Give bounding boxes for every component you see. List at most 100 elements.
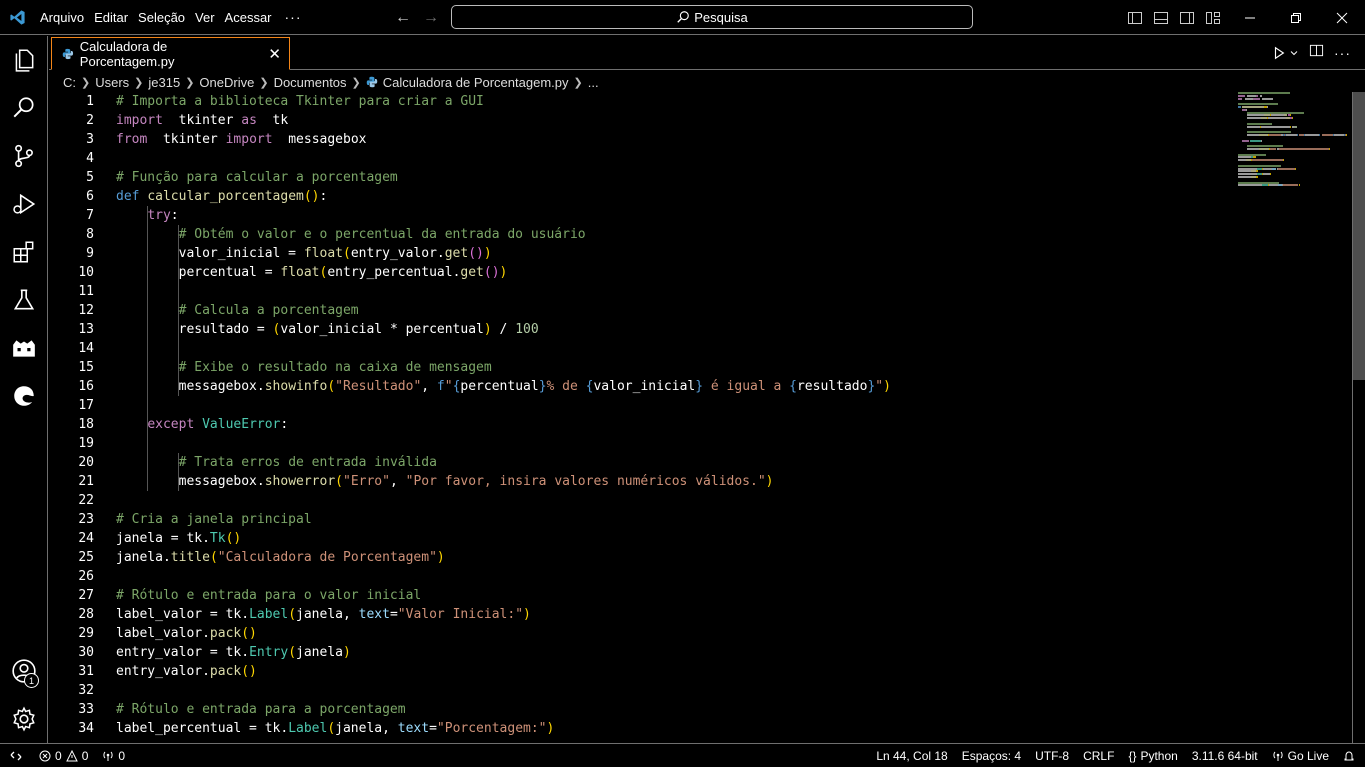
tab-close-icon[interactable]: ✕ [268,45,281,63]
breadcrumb-item[interactable]: Users [95,75,129,90]
notifications-bell-icon[interactable] [1336,744,1365,767]
cursor-position[interactable]: Ln 44, Col 18 [869,744,954,767]
minimap-token [1258,134,1268,136]
minimap-token [1298,184,1300,187]
code-line: # Importa a biblioteca Tkinter para cria… [116,92,891,111]
breadcrumb-item[interactable]: C: [63,75,76,90]
minimap-token [1268,134,1281,136]
back-arrow-icon[interactable]: ← [394,9,412,27]
accounts-icon[interactable]: 1 [0,647,48,695]
layout-controls [1126,0,1222,35]
explorer-icon[interactable] [0,36,48,84]
split-editor-icon[interactable] [1309,43,1324,63]
code-token: text [397,721,430,736]
more-actions-icon[interactable]: ··· [1334,45,1351,61]
breadcrumb-item[interactable]: je315 [148,75,180,90]
code-line: from tkinter import messagebox [116,130,891,149]
command-center-search[interactable]: Pesquisa [451,5,973,29]
source-control-icon[interactable] [0,132,48,180]
python-interpreter[interactable]: 3.11.6 64-bit [1185,744,1265,767]
code-token: 100 [515,322,539,337]
search-view-icon[interactable] [0,84,48,132]
menu-editar[interactable]: Editar [89,0,133,35]
minimap-token [1283,159,1285,162]
testing-flask-icon[interactable] [0,276,48,324]
chevron-right-icon: ❯ [351,76,361,89]
minimap-token [1289,114,1291,117]
menu-arquivo[interactable]: Arquivo [35,0,89,35]
problems-indicator[interactable]: 0 0 [32,744,95,767]
code-line: # Função para calcular a porcentagem [116,168,891,187]
line-number: 29 [78,626,94,641]
remote-icon [10,751,22,760]
language-mode[interactable]: {} Python [1121,744,1184,767]
line-number-gutter: 1 2 3 4 5 6 7 8 9 10 11 12 13 14 15 16 17 18 19 20 21 22 23 24 2… [49,92,94,738]
minimap[interactable] [1238,92,1348,192]
code-editor[interactable]: 1 2 3 4 5 6 7 8 9 10 11 12 13 14 15 16 17 18 19 20 21 22 23 24 2… [49,92,1365,743]
close-window-icon[interactable] [1319,0,1365,35]
minimize-icon[interactable] [1227,0,1273,35]
code-token: pack [209,626,242,641]
remote-indicator[interactable] [0,744,32,767]
code-token: : [170,208,179,223]
title-bar: Arquivo Editar Seleção Ver Acessar ··· ←… [0,0,1365,35]
menu-more-button[interactable]: ··· [277,0,310,35]
minimap-token [1271,114,1285,117]
code-token: "Erro" [343,474,390,489]
chevron-right-icon: ❯ [134,76,144,89]
breadcrumb-item[interactable]: OneDrive [199,75,254,90]
breadcrumb-file[interactable]: Calculadora de Porcentagem.py [383,75,569,90]
code-line: # Exibe o resultado na caixa de mensagem [116,358,891,377]
toggle-secondary-sidebar-icon[interactable] [1178,9,1196,27]
code-token: () [225,531,242,546]
code-content[interactable]: # Importa a biblioteca Tkinter para cria… [116,92,891,738]
minimap-token [1246,122,1273,125]
scrollbar-thumb[interactable] [1353,92,1365,380]
restore-icon[interactable] [1273,0,1319,35]
toggle-panel-icon[interactable] [1152,9,1170,27]
broadcast-icon [1273,751,1283,761]
customize-layout-icon[interactable] [1204,9,1222,27]
code-line: # Calcula a porcentagem [116,301,891,320]
code-token: ) [546,721,555,736]
code-token: pack [209,664,242,679]
remote-explorer-icon[interactable] [0,324,48,372]
line-number: 21 [78,474,94,489]
toggle-primary-sidebar-icon[interactable] [1126,9,1144,27]
ports-indicator[interactable]: 0 [95,744,132,767]
menu-selecao[interactable]: Seleção [133,0,190,35]
chevron-down-icon[interactable] [1289,48,1299,58]
code-token: janela, [335,721,398,736]
breadcrumb-more[interactable]: ... [588,75,599,90]
code-token: # Importa a biblioteca Tkinter para cria… [116,94,484,109]
tab-calculadora[interactable]: Calculadora de Porcentagem.py ✕ [51,37,290,70]
code-line: percentual = float(entry_percentual.get(… [116,263,891,282]
line-number: 32 [78,683,94,698]
run-debug-icon[interactable] [0,180,48,228]
code-token: # Calcula a porcentagem [178,303,359,318]
code-token: float [280,265,320,280]
menu-ver[interactable]: Ver [190,0,220,35]
extensions-icon[interactable] [0,228,48,276]
minimap-token [1255,176,1258,178]
menu-acessar[interactable]: Acessar [220,0,277,35]
go-live-button[interactable]: Go Live [1265,744,1336,767]
breadcrumb-item[interactable]: Documentos [274,75,347,90]
minimap-token [1261,125,1290,128]
tab-label: Calculadora de Porcentagem.py [79,38,175,69]
end-of-line[interactable]: CRLF [1076,744,1121,767]
indentation[interactable]: Espaços: 4 [955,744,1028,767]
edge-browser-icon[interactable] [0,372,48,420]
encoding[interactable]: UTF-8 [1028,744,1076,767]
minimap-token [1278,148,1330,150]
code-token: label_valor. [116,626,210,641]
line-number: 28 [78,607,94,622]
settings-gear-icon[interactable] [0,695,48,743]
run-python-file-icon[interactable] [1272,46,1299,60]
forward-arrow-icon[interactable]: → [422,9,440,27]
